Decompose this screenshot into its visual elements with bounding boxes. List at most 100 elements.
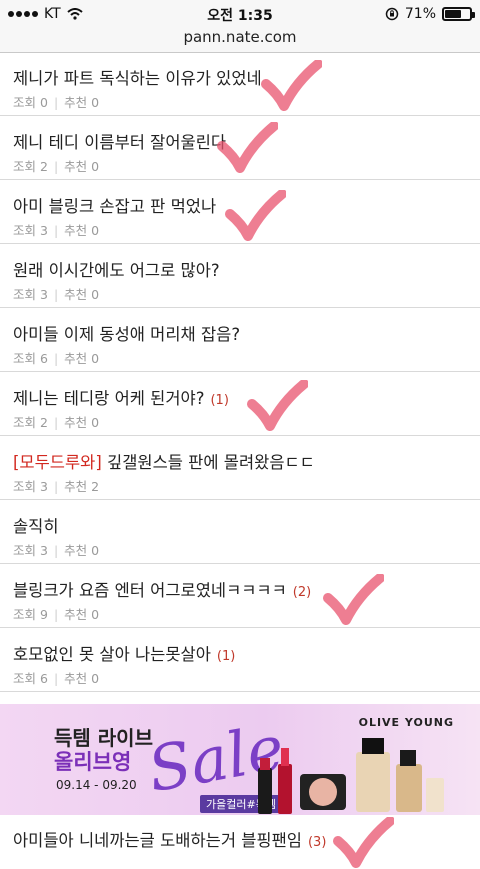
views-count: 0 — [40, 95, 48, 110]
post-meta: 조회 9 | 추천 0 — [13, 607, 100, 622]
views-count: 3 — [40, 543, 48, 558]
post-title: 제니는 테디랑 어케 된거야? (1) — [13, 385, 229, 409]
recommends-label: 추천 — [64, 479, 88, 494]
ad-banner[interactable]: 득템 라이브 올리브영 09.14 - 09.20 Sale 가을컬러#득템 O… — [0, 704, 480, 815]
post-title-text: 아미들아 니네까는글 도배하는거 블핑팬임 — [13, 831, 302, 850]
views-count: 3 — [40, 223, 48, 238]
list-item[interactable]: 제니 테디 이름부터 잘어울린다조회 2 | 추천 0 — [0, 116, 480, 180]
list-item[interactable]: 제니가 파트 독식하는 이유가 있었네조회 0 | 추천 0 — [0, 52, 480, 116]
cosmetics-products-image — [258, 738, 444, 814]
views-label: 조회 — [13, 159, 37, 174]
views-label: 조회 — [13, 223, 37, 238]
recommends-label: 추천 — [64, 543, 88, 558]
post-title-text: 아미 블링크 손잡고 판 먹었나 — [13, 197, 217, 216]
battery-icon — [442, 7, 475, 21]
recommends-count: 0 — [91, 415, 100, 430]
post-meta: 조회 2 | 추천 0 — [13, 159, 100, 174]
post-title-text: 블링크가 요즘 엔터 어그로였네ㅋㅋㅋㅋ — [13, 581, 287, 600]
list-item[interactable]: 블링크가 요즘 엔터 어그로였네ㅋㅋㅋㅋ (2) 조회 9 | 추천 0 — [0, 564, 480, 628]
recommends-label: 추천 — [64, 607, 88, 622]
post-title: [모두드루와] 깊갤원스들 판에 몰려왔음ㄷㄷ — [13, 449, 315, 473]
recommends-label: 추천 — [64, 223, 88, 238]
post-title: 아미 블링크 손잡고 판 먹었나 — [13, 193, 216, 217]
post-title-text: 아미들 이제 동성애 머리채 잡음? — [13, 325, 241, 344]
post-meta: 조회 6 | 추천 0 — [13, 351, 100, 366]
views-label: 조회 — [13, 607, 37, 622]
views-label: 조회 — [13, 415, 37, 430]
post-title-text: 깊갤원스들 판에 몰려왔음ㄷㄷ — [101, 453, 315, 472]
post-meta: 조회 3 | 추천 0 — [13, 287, 100, 302]
list-item[interactable]: [모두드루와] 깊갤원스들 판에 몰려왔음ㄷㄷ 조회 3 | 추천 2 — [0, 436, 480, 500]
check-mark-icon — [247, 380, 308, 431]
recommends-count: 0 — [91, 543, 100, 558]
recommends-count: 2 — [91, 479, 100, 494]
orientation-lock-icon — [385, 7, 399, 21]
post-meta: 조회 2 | 추천 0 — [13, 415, 100, 430]
recommends-count: 0 — [91, 287, 100, 302]
post-title-text: 호모없인 못 살아 나는못살아 — [13, 645, 211, 664]
post-meta: 조회 0 | 추천 0 — [13, 95, 100, 110]
views-label: 조회 — [13, 287, 37, 302]
post-title: 블링크가 요즘 엔터 어그로였네ㅋㅋㅋㅋ (2) — [13, 577, 311, 601]
views-label: 조회 — [13, 479, 37, 494]
banner-line2: 올리브영 — [54, 750, 132, 774]
banner-dates: 09.14 - 09.20 — [56, 778, 137, 792]
recommends-count: 0 — [91, 607, 100, 622]
post-title-text: 제니가 파트 독식하는 이유가 있었네 — [13, 69, 262, 88]
recommends-count: 0 — [91, 159, 100, 174]
post-meta: 조회 3 | 추천 2 — [13, 479, 100, 494]
list-item[interactable]: 아미들 이제 동성애 머리채 잡음? 조회 6 | 추천 0 — [0, 308, 480, 372]
list-item[interactable]: 아미 블링크 손잡고 판 먹었나 조회 3 | 추천 0 — [0, 180, 480, 244]
views-count: 3 — [40, 287, 48, 302]
post-meta: 조회 6 | 추천 0 — [13, 671, 100, 686]
list-item[interactable]: 솔직히조회 3 | 추천 0 — [0, 500, 480, 564]
views-count: 2 — [40, 159, 48, 174]
check-mark-icon — [225, 190, 286, 241]
post-title: 호모없인 못 살아 나는못살아 (1) — [13, 641, 235, 665]
post-title-text: 제니는 테디랑 어케 된거야? — [13, 389, 205, 408]
views-count: 2 — [40, 415, 48, 430]
comment-count: (3) — [307, 835, 327, 850]
recommends-label: 추천 — [64, 415, 88, 430]
recommends-count: 0 — [91, 223, 100, 238]
post-title: 아미들아 니네까는글 도배하는거 블핑팬임 (3) — [13, 827, 326, 851]
post-title-text: 원래 이시간에도 어그로 많아? — [13, 261, 220, 280]
views-count: 9 — [40, 607, 48, 622]
post-prefix: [모두드루와] — [13, 453, 102, 472]
comment-count: (1) — [210, 393, 229, 408]
comment-count: (2) — [292, 585, 312, 600]
post-title: 아미들 이제 동성애 머리채 잡음? — [13, 321, 240, 345]
recommends-label: 추천 — [64, 351, 88, 366]
views-label: 조회 — [13, 351, 37, 366]
address-bar[interactable]: pann.nate.com — [0, 28, 480, 53]
list-item[interactable]: 호모없인 못 살아 나는못살아 (1) 조회 6 | 추천 0 — [0, 628, 480, 692]
recommends-label: 추천 — [64, 159, 88, 174]
url-text[interactable]: pann.nate.com — [183, 28, 296, 46]
battery-percent: 71% — [404, 6, 436, 22]
views-label: 조회 — [13, 543, 37, 558]
list-item-partial[interactable]: 아미들아 니네까는글 도배하는거 블핑팬임 (3) — [0, 815, 480, 868]
battery-area: 71% — [385, 6, 475, 22]
post-title-text: 솔직히 — [13, 517, 59, 536]
post-meta: 조회 3 | 추천 0 — [13, 543, 100, 558]
brand-logo: OLIVE YOUNG — [358, 716, 454, 729]
check-mark-icon — [323, 574, 384, 625]
views-count: 6 — [40, 351, 48, 366]
recommends-count: 0 — [91, 671, 100, 686]
recommends-label: 추천 — [64, 287, 88, 302]
check-mark-icon — [261, 60, 322, 111]
views-count: 6 — [40, 671, 48, 686]
recommends-label: 추천 — [64, 671, 88, 686]
check-mark-icon — [333, 817, 394, 868]
status-bar: KT 오전 1:35 71% — [0, 0, 480, 28]
comment-count: (1) — [216, 649, 236, 664]
post-title: 제니가 파트 독식하는 이유가 있었네 — [13, 65, 262, 89]
list-item[interactable]: 원래 이시간에도 어그로 많아? 조회 3 | 추천 0 — [0, 244, 480, 308]
post-title: 제니 테디 이름부터 잘어울린다 — [13, 129, 226, 153]
list-item[interactable]: 제니는 테디랑 어케 된거야? (1) 조회 2 | 추천 0 — [0, 372, 480, 436]
recommends-count: 0 — [91, 95, 100, 110]
recommends-count: 0 — [91, 351, 100, 366]
post-title: 원래 이시간에도 어그로 많아? — [13, 257, 220, 281]
views-label: 조회 — [13, 671, 37, 686]
post-list: 제니가 파트 독식하는 이유가 있었네 조회 0 | 추천 0 제니 테디 이름부터 잘… — [0, 52, 480, 692]
